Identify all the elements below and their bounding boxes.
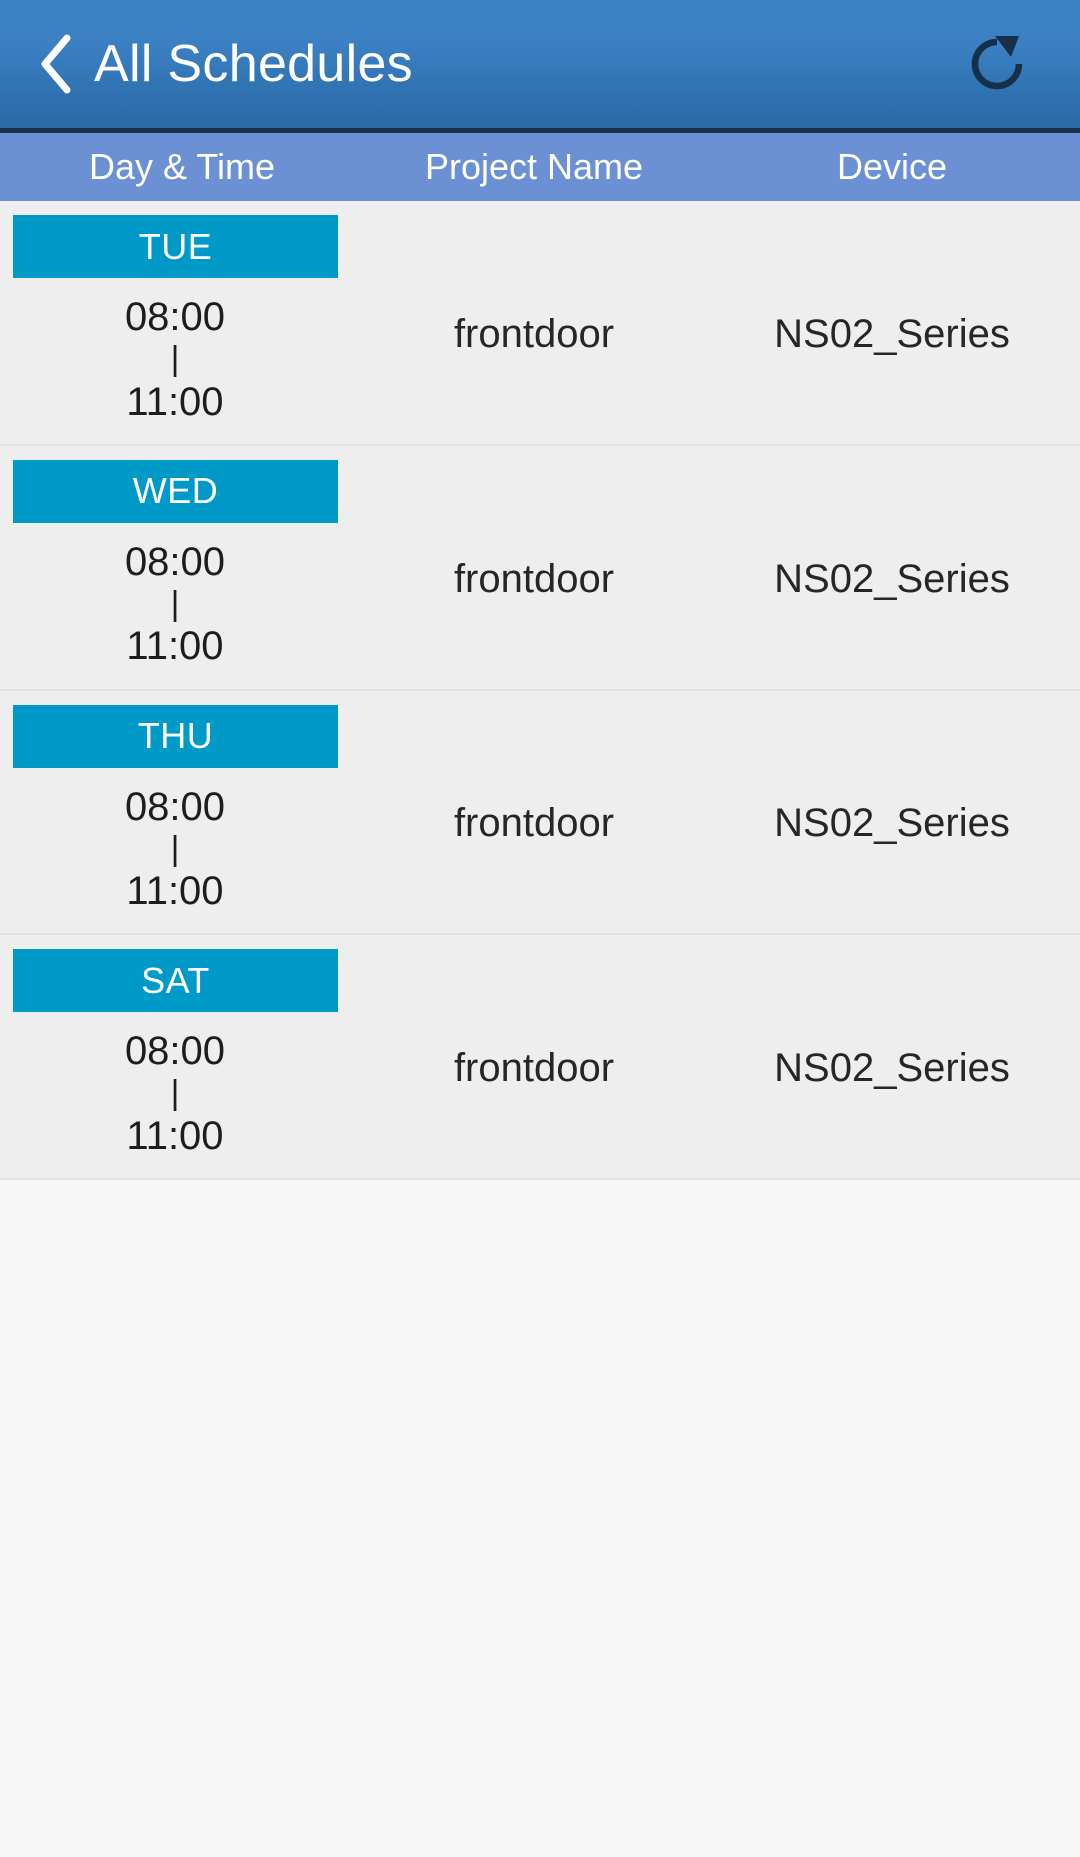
cell-day-time: TUE 08:00 | 11:00 — [0, 215, 364, 426]
end-time: 11:00 — [126, 624, 224, 669]
column-header-day-time: Day & Time — [88, 146, 276, 187]
cell-day-time: THU 08:00 | 11:00 — [0, 704, 364, 916]
cell-project-name: frontdoor — [453, 801, 615, 846]
cell-device: NS02_Series — [774, 801, 1010, 846]
start-time: 08:00 — [124, 295, 226, 339]
chevron-left-icon — [37, 32, 77, 96]
table-row[interactable]: SAT 08:00 | 11:00 frontdoor NS02_Series — [0, 935, 1080, 1181]
title-bar: All Schedules — [0, 0, 1080, 133]
app-root: All Schedules Day & Time Project Name De… — [0, 0, 1080, 1857]
day-badge: THU — [13, 704, 338, 768]
table-row[interactable]: TUE 08:00 | 11:00 frontdoor NS02_Series — [0, 201, 1080, 446]
end-time: 11:00 — [126, 869, 224, 914]
schedule-list[interactable]: TUE 08:00 | 11:00 frontdoor NS02_Series … — [0, 201, 1080, 1857]
time-separator: | — [170, 1074, 180, 1113]
cell-device: NS02_Series — [774, 311, 1010, 356]
time-separator: | — [170, 829, 180, 868]
table-row[interactable]: WED 08:00 | 11:00 frontdoor NS02_Series — [0, 445, 1080, 691]
column-header-row: Day & Time Project Name Device — [0, 133, 1080, 201]
end-time: 11:00 — [126, 1113, 224, 1158]
start-time: 08:00 — [124, 539, 226, 584]
day-badge: SAT — [13, 949, 338, 1013]
column-header-project-name: Project Name — [424, 146, 644, 187]
time-range: 08:00 | 11:00 — [0, 539, 364, 671]
time-range: 08:00 | 11:00 — [0, 294, 364, 426]
refresh-icon — [966, 33, 1028, 95]
empty-list-area — [0, 1180, 1080, 1857]
back-button[interactable] — [14, 0, 100, 128]
time-range: 08:00 | 11:00 — [0, 784, 364, 916]
start-time: 08:00 — [124, 784, 226, 829]
column-header-device: Device — [836, 146, 948, 187]
cell-day-time: SAT 08:00 | 11:00 — [0, 949, 364, 1160]
cell-project-name: frontdoor — [453, 311, 615, 356]
time-range: 08:00 | 11:00 — [0, 1028, 364, 1160]
cell-device: NS02_Series — [774, 1046, 1010, 1091]
table-row[interactable]: THU 08:00 | 11:00 frontdoor NS02_Series — [0, 690, 1080, 936]
end-time: 11:00 — [126, 379, 224, 424]
page-title: All Schedules — [94, 35, 413, 93]
start-time: 08:00 — [124, 1029, 226, 1074]
time-separator: | — [170, 584, 180, 623]
refresh-button[interactable] — [942, 0, 1052, 128]
cell-project-name: frontdoor — [453, 556, 615, 601]
cell-device: NS02_Series — [774, 556, 1010, 601]
time-separator: | — [170, 340, 180, 379]
cell-project-name: frontdoor — [453, 1046, 615, 1091]
day-badge: TUE — [13, 215, 338, 278]
cell-day-time: WED 08:00 | 11:00 — [0, 459, 364, 671]
day-badge: WED — [13, 459, 338, 523]
